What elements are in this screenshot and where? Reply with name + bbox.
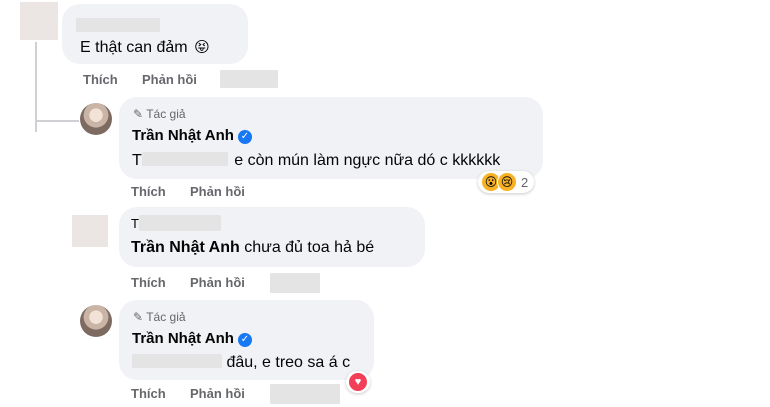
sad-icon: 😢 (497, 172, 517, 192)
reply-button[interactable]: Phản hồi (190, 386, 245, 401)
verified-badge-icon: ✓ (237, 333, 252, 347)
like-button[interactable]: Thích (83, 72, 118, 87)
reaction-summary[interactable]: ♥ (346, 371, 370, 393)
squinting-tongue-emoji-icon: 😝 (194, 39, 210, 56)
author-badge: ✎ Tác giả (133, 310, 186, 324)
comment-bubble: ✎ Tác giả Trần Nhật Anh ✓ đâu, e treo sa … (119, 300, 374, 380)
verified-badge-icon: ✓ (237, 130, 252, 144)
author-name[interactable]: Trần Nhật Anh ✓ (132, 127, 252, 144)
blurred-mention (141, 152, 228, 166)
comment-bubble: T Trần Nhật Anh chưa đủ toa hả bé (119, 207, 425, 267)
comment-bubble: E thật can đảm 😝 (62, 4, 248, 64)
comment-text: đâu, e treo sa á c (132, 354, 350, 372)
comment-text: T e còn mún làm ngực nữa dó c kkkkkk (132, 152, 501, 169)
blurred-name (76, 18, 160, 32)
author-name[interactable]: Trần Nhật Anh ✓ (132, 330, 252, 347)
blurred-text (132, 354, 222, 368)
reaction-count: 2 (521, 174, 529, 190)
like-button[interactable]: Thích (131, 275, 166, 290)
avatar[interactable] (80, 103, 112, 135)
reply-button[interactable]: Phản hồi (190, 184, 245, 199)
like-button[interactable]: Thích (131, 386, 166, 401)
reply-button[interactable]: Phản hồi (190, 275, 245, 290)
comment-text: Trần Nhật Anh chưa đủ toa hả bé (131, 239, 375, 256)
thread-line (35, 120, 79, 122)
blurred-timestamp (270, 384, 340, 404)
reaction-summary[interactable]: 😮 😢 2 (478, 171, 535, 193)
comment-text: E thật can đảm 😝 (80, 39, 210, 56)
author-badge: ✎ Tác giả (133, 107, 186, 121)
blurred-name-row: T (131, 215, 221, 231)
pencil-icon: ✎ (133, 107, 144, 121)
comment-bubble: ✎ Tác giả Trần Nhật Anh ✓ T e còn mún làm… (119, 97, 543, 179)
pencil-icon: ✎ (133, 310, 144, 324)
heart-icon: ♥ (348, 372, 368, 392)
avatar[interactable] (80, 305, 112, 337)
reply-button[interactable]: Phản hồi (142, 72, 197, 87)
blurred-name (138, 215, 221, 231)
blurred-timestamp (270, 273, 320, 293)
like-button[interactable]: Thích (131, 184, 166, 199)
mention-link[interactable]: Trần Nhật Anh (131, 239, 240, 256)
blurred-timestamp (220, 70, 278, 88)
avatar[interactable] (20, 2, 58, 40)
thread-line (35, 42, 37, 132)
avatar[interactable] (72, 215, 108, 247)
